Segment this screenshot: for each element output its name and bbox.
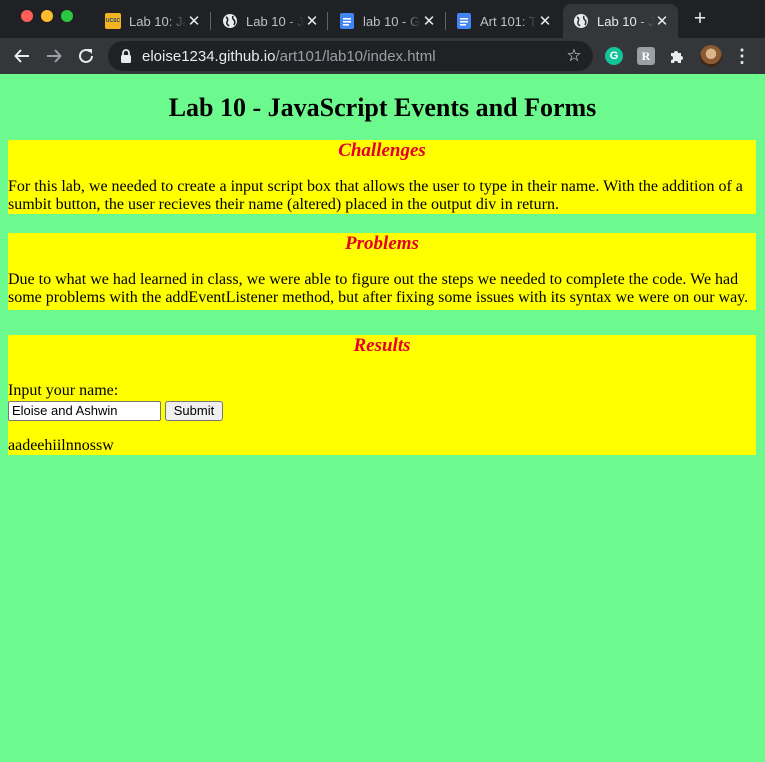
tab-separator xyxy=(210,12,211,30)
tab-lab10-site[interactable]: Lab 10 - JavaScript ✕ xyxy=(212,4,328,38)
new-tab-button[interactable]: + xyxy=(690,8,710,29)
lock-icon[interactable] xyxy=(120,49,132,67)
tab-art101-docs[interactable]: Art 101: The Art ✕ xyxy=(446,4,561,38)
url-text: eloise1234.github.io/art101/lab10/index.… xyxy=(142,48,436,65)
globe-icon xyxy=(573,13,589,29)
tab-title: Lab 10: JavaScript xyxy=(129,13,186,29)
grammarly-extension-icon[interactable]: G xyxy=(605,47,623,65)
reload-icon[interactable] xyxy=(74,44,98,68)
google-docs-icon xyxy=(339,13,355,29)
close-icon[interactable]: ✕ xyxy=(186,13,202,30)
forward-arrow-icon[interactable] xyxy=(42,44,66,68)
bookmark-star-icon[interactable]: ☆ xyxy=(565,47,583,65)
globe-icon xyxy=(222,13,238,29)
results-heading: Results xyxy=(353,335,411,356)
ucsc-icon: UCSC xyxy=(105,13,121,29)
url-host: eloise1234.github.io xyxy=(142,48,276,65)
minimize-window-button[interactable] xyxy=(41,10,53,22)
browser-toolbar: eloise1234.github.io/art101/lab10/index.… xyxy=(0,38,765,74)
challenges-text: For this lab, we needed to create a inpu… xyxy=(8,178,743,213)
challenges-heading: Challenges xyxy=(338,140,426,161)
tab-lab10-ucsc[interactable]: UCSC Lab 10: JavaScript ✕ xyxy=(95,4,210,38)
extensions-puzzle-icon[interactable] xyxy=(668,47,686,65)
address-bar[interactable]: eloise1234.github.io/art101/lab10/index.… xyxy=(108,41,593,71)
url-path: /art101/lab10/index.html xyxy=(275,48,436,65)
close-icon[interactable]: ✕ xyxy=(654,13,670,30)
name-input[interactable]: Eloise and Ashwin xyxy=(8,401,161,421)
tab-title: Lab 10 - JavaScript xyxy=(597,13,654,29)
close-window-button[interactable] xyxy=(21,10,33,22)
problems-text: Due to what we had learned in class, we … xyxy=(8,271,749,306)
challenges-section: Challenges For this lab, we needed to cr… xyxy=(8,140,756,214)
page-content: Lab 10 - JavaScript Events and Forms Cha… xyxy=(0,74,765,762)
tab-title: Lab 10 - JavaScript xyxy=(246,13,304,29)
page-title: Lab 10 - JavaScript Events and Forms xyxy=(168,93,597,122)
close-icon[interactable]: ✕ xyxy=(304,13,320,30)
tab-lab10-docs[interactable]: lab 10 - Google Docs ✕ xyxy=(329,4,445,38)
submit-button[interactable]: Submit xyxy=(165,401,223,421)
close-icon[interactable]: ✕ xyxy=(537,13,553,30)
problems-heading: Problems xyxy=(345,233,419,254)
browser-tabstrip: UCSC Lab 10: JavaScript ✕ Lab 10 - JavaS… xyxy=(0,0,765,38)
close-icon[interactable]: ✕ xyxy=(421,13,437,30)
profile-avatar[interactable] xyxy=(700,45,722,67)
extension-r-icon[interactable]: R xyxy=(637,47,655,65)
tab-lab10-active[interactable]: Lab 10 - JavaScript ✕ xyxy=(563,4,678,38)
tab-separator xyxy=(327,12,328,30)
tab-title: lab 10 - Google Docs xyxy=(363,13,421,29)
more-menu-icon[interactable]: ⋮ xyxy=(733,46,751,66)
back-arrow-icon[interactable] xyxy=(10,44,34,68)
name-input-label: Input your name: xyxy=(8,382,119,399)
google-docs-icon xyxy=(456,13,472,29)
results-section: Results Input your name: Eloise and Ashw… xyxy=(8,335,756,455)
output-div: aadeehiilnnossw xyxy=(8,437,114,454)
problems-section: Problems Due to what we had learned in c… xyxy=(8,233,756,310)
maximize-window-button[interactable] xyxy=(61,10,73,22)
tab-title: Art 101: The Art xyxy=(480,13,537,29)
